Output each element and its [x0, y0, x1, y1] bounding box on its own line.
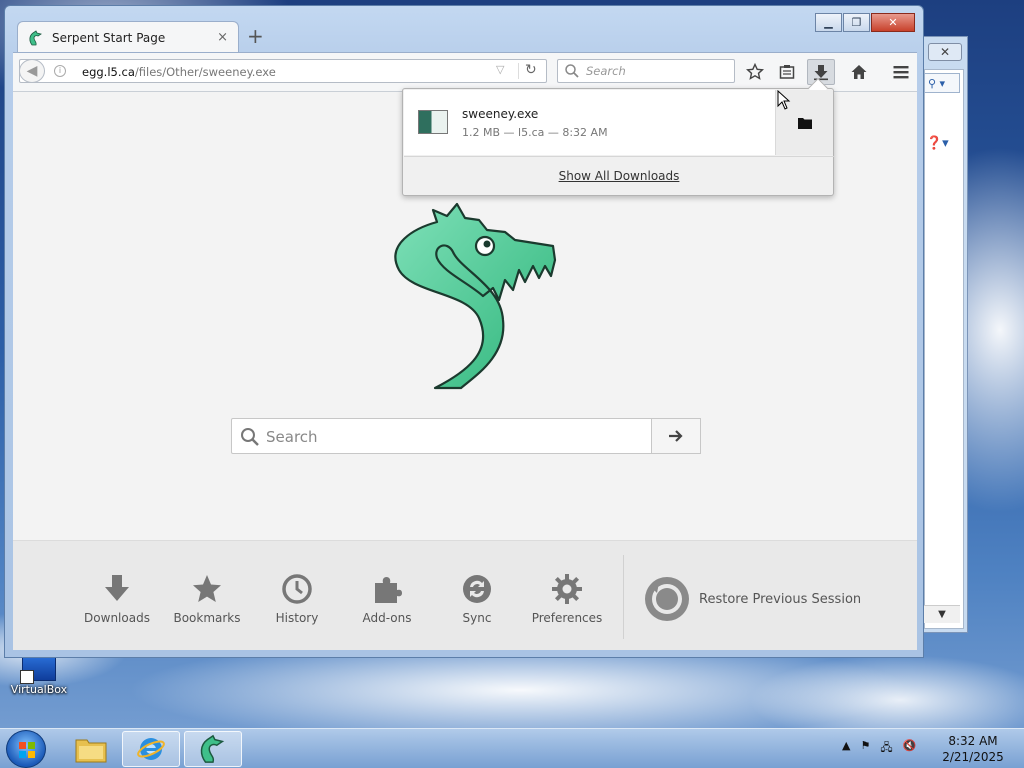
launcher-divider: [623, 555, 624, 639]
search-icon: [241, 428, 259, 446]
folder-icon: [75, 739, 107, 763]
serpent-icon: [200, 734, 225, 763]
launcher-label: History: [275, 611, 319, 625]
launcher-sync[interactable]: Sync: [432, 571, 522, 625]
volume-muted-icon[interactable]: 🔇: [903, 739, 917, 758]
executable-file-icon: [418, 110, 448, 134]
launcher-label: Bookmarks: [173, 611, 241, 625]
download-file-meta: 1.2 MB — l5.ca — 8:32 AM: [462, 126, 608, 139]
show-hidden-icons-icon[interactable]: ▲: [842, 739, 850, 758]
launcher-preferences[interactable]: Preferences: [522, 571, 612, 625]
toolbar-search-input[interactable]: Search: [557, 59, 735, 83]
launcher-bookmarks[interactable]: Bookmarks: [162, 571, 252, 625]
download-icon: [72, 571, 162, 607]
url-path: /files/Other/sweeney.exe: [134, 65, 276, 79]
new-tab-button[interactable]: +: [247, 26, 264, 46]
site-info-icon[interactable]: i: [54, 65, 66, 77]
search-icon[interactable]: ⚲ ▾: [924, 73, 960, 93]
bookmarks-icon: [162, 571, 252, 607]
preferences-icon: [522, 571, 612, 607]
desktop-icon-label: VirtualBox: [10, 683, 68, 696]
launcher-downloads[interactable]: Downloads: [72, 571, 162, 625]
url-bar[interactable]: ◀ i egg.l5.ca/files/Other/sweeney.exe ▽ …: [19, 59, 547, 83]
tab-title: Serpent Start Page: [52, 30, 166, 45]
taskbar: ▲ ⚑ 🖧 🔇 8:32 AM 2/21/2025: [0, 728, 1024, 768]
nav-toolbar: ◀ i egg.l5.ca/files/Other/sweeney.exe ▽ …: [13, 52, 917, 92]
clock-date: 2/21/2025: [942, 750, 1004, 764]
window-controls: ▁ ❐ ✕: [815, 13, 915, 32]
system-tray: ▲ ⚑ 🖧 🔇: [842, 739, 916, 758]
url-text[interactable]: egg.l5.ca/files/Other/sweeney.exe: [82, 65, 276, 79]
hamburger-menu-icon[interactable]: [887, 59, 915, 85]
network-icon[interactable]: 🖧: [880, 739, 892, 758]
desktop-icon-virtualbox[interactable]: VirtualBox: [8, 655, 70, 696]
minimize-icon[interactable]: ▁: [815, 13, 842, 32]
search-icon: [565, 64, 579, 78]
download-file-name: sweeney.exe: [462, 107, 539, 121]
search-go-button[interactable]: [651, 418, 701, 454]
internet-explorer-icon: [137, 738, 165, 760]
restore-session-label: Restore Previous Session: [699, 591, 862, 607]
bookmark-star-icon[interactable]: [741, 59, 769, 85]
arrow-right-icon: [669, 430, 683, 442]
mouse-cursor-icon: [777, 90, 791, 110]
reload-icon[interactable]: ↻: [525, 62, 537, 78]
launcher-label: Downloads: [84, 611, 150, 625]
virtualbox-icon: [20, 655, 56, 684]
serpent-taskbar-button[interactable]: [184, 731, 242, 767]
launcher-label: Sync: [462, 611, 492, 625]
launcher-label: Preferences: [531, 611, 603, 625]
tab-serpent-start-page[interactable]: Serpent Start Page ×: [17, 21, 239, 53]
url-history-dropdown-icon[interactable]: ▽: [496, 63, 504, 76]
history-icon: [252, 571, 342, 607]
sync-icon: [432, 571, 522, 607]
bookmarks-menu-icon[interactable]: [773, 59, 801, 85]
tab-close-icon[interactable]: ×: [217, 30, 228, 45]
show-all-downloads-label: Show All Downloads: [558, 169, 680, 183]
url-host: egg.l5.ca: [82, 65, 135, 79]
clock[interactable]: 8:32 AM 2/21/2025: [940, 733, 1006, 765]
clock-time: 8:32 AM: [948, 734, 998, 748]
addons-icon: [342, 571, 432, 607]
search-placeholder: Search: [586, 64, 626, 78]
start-button[interactable]: [6, 730, 46, 768]
close-icon[interactable]: ✕: [928, 43, 962, 61]
launcher-label: Add-ons: [362, 611, 412, 625]
internet-explorer-taskbar-button[interactable]: [122, 731, 180, 767]
download-item[interactable]: sweeney.exe 1.2 MB — l5.ca — 8:32 AM: [404, 90, 775, 155]
launcher-history[interactable]: History: [252, 571, 342, 625]
folder-icon: [797, 117, 812, 129]
action-center-flag-icon[interactable]: ⚑: [860, 739, 870, 758]
close-window-icon[interactable]: ✕: [871, 13, 915, 32]
launcher-addons[interactable]: Add-ons: [342, 571, 432, 625]
background-browser-window[interactable]: ✕ ⚲ ▾ ❓▾ ▼: [922, 36, 968, 633]
start-page-search-placeholder: Search: [266, 428, 318, 446]
restore-session-icon: [645, 577, 689, 621]
serpent-logo-icon: [394, 202, 557, 390]
file-explorer-taskbar-button[interactable]: [62, 731, 120, 767]
start-page-search-input[interactable]: Search: [231, 418, 701, 454]
launcher-bar: Downloads Bookmarks History Add-ons Sync…: [13, 540, 917, 650]
back-arrow-icon[interactable]: ◀: [19, 59, 45, 83]
background-window-content: [924, 69, 964, 629]
restore-session-button[interactable]: Restore Previous Session: [643, 575, 861, 623]
scroll-down-icon[interactable]: ▼: [924, 605, 960, 623]
maximize-icon[interactable]: ❐: [843, 13, 870, 32]
show-all-downloads-button[interactable]: Show All Downloads: [404, 156, 834, 195]
downloads-panel: sweeney.exe 1.2 MB — l5.ca — 8:32 AM Sho…: [402, 78, 834, 196]
serpent-favicon-icon: [29, 29, 42, 45]
help-icon[interactable]: ❓▾: [924, 133, 960, 153]
url-separator: [518, 63, 519, 79]
home-icon[interactable]: [845, 59, 873, 85]
